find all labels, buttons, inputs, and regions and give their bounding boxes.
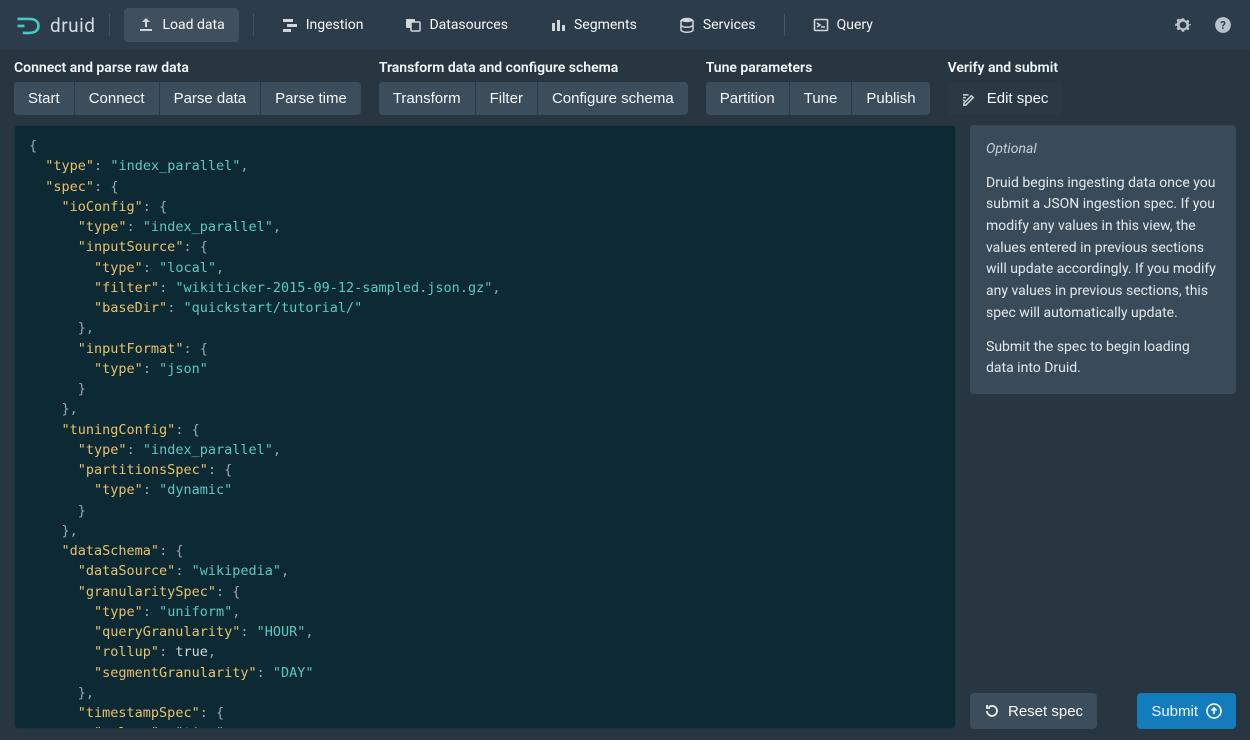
step-tune[interactable]: Tune [789,82,852,115]
wizard-group-transform: Transform data and configure schema Tran… [379,60,688,115]
separator [253,14,254,36]
step-partition[interactable]: Partition [706,82,789,115]
nav-query-label: Query [837,17,873,33]
top-bar: druid Load data Ingestion Datasources Se… [0,0,1250,50]
info-paragraph-1: Druid begins ingesting data once you sub… [986,173,1220,325]
step-connect[interactable]: Connect [74,82,159,115]
info-card: Optional Druid begins ingesting data onc… [970,125,1236,394]
segments-icon [550,17,566,33]
step-edit-spec-label: Edit spec [987,90,1049,107]
wizard-group-submit: Verify and submit Edit spec [948,60,1063,115]
step-parse-data[interactable]: Parse data [159,82,261,115]
submit-icon [1206,703,1222,719]
nav-ingestion-label: Ingestion [306,17,364,33]
wizard-group-connect: Connect and parse raw data Start Connect… [14,60,361,115]
step-configure-schema[interactable]: Configure schema [537,82,688,115]
nav-services-label: Services [703,17,756,33]
main-area: { "type": "index_parallel", "spec": { "i… [14,125,1236,729]
nav-load-data[interactable]: Load data [124,8,238,42]
wizard-group-tune: Tune parameters Partition Tune Publish [706,60,930,115]
edit-spec-icon [962,92,977,107]
separator [784,14,785,36]
reset-spec-button[interactable]: Reset spec [970,693,1097,729]
submit-button[interactable]: Submit [1137,693,1236,729]
nav-datasources-label: Datasources [429,17,508,33]
wizard-nav: Connect and parse raw data Start Connect… [14,60,1236,115]
json-spec-editor[interactable]: { "type": "index_parallel", "spec": { "i… [14,125,956,729]
side-actions: Reset spec Submit [970,693,1236,729]
wizard-group-label: Transform data and configure schema [379,60,688,76]
step-publish[interactable]: Publish [851,82,929,115]
gantt-icon [282,17,298,33]
step-parse-time[interactable]: Parse time [260,82,361,115]
wizard-group-label: Connect and parse raw data [14,60,361,76]
nav-segments-label: Segments [574,17,637,33]
console-icon [813,17,829,33]
info-heading: Optional [986,141,1037,157]
database-icon [679,17,695,33]
nav-load-data-label: Load data [162,17,224,33]
step-edit-spec[interactable]: Edit spec [948,82,1063,115]
nav-services[interactable]: Services [665,8,770,42]
nav-segments[interactable]: Segments [536,8,651,42]
help-icon: ? [1214,16,1232,34]
upload-icon [138,17,154,33]
multi-db-icon [405,17,421,33]
reset-spec-label: Reset spec [1008,703,1083,720]
workspace: Connect and parse raw data Start Connect… [0,50,1250,739]
step-filter[interactable]: Filter [475,82,537,115]
brand-logo[interactable]: druid [14,11,95,39]
settings-button[interactable] [1170,12,1196,38]
nav-ingestion[interactable]: Ingestion [268,8,378,42]
wizard-group-label: Tune parameters [706,60,930,76]
step-start[interactable]: Start [14,82,74,115]
side-panel: Optional Druid begins ingesting data onc… [970,125,1236,729]
nav-query[interactable]: Query [799,8,887,42]
step-transform[interactable]: Transform [379,82,475,115]
help-button[interactable]: ? [1210,12,1236,38]
separator [109,14,110,36]
gear-icon [1174,16,1192,34]
svg-text:?: ? [1220,19,1226,32]
submit-label: Submit [1151,703,1198,720]
druid-logo-icon [14,11,42,39]
wizard-group-label: Verify and submit [948,60,1063,76]
info-paragraph-2: Submit the spec to begin loading data in… [986,337,1220,380]
reset-icon [984,703,1000,719]
brand-name: druid [50,14,95,37]
nav-datasources[interactable]: Datasources [391,8,522,42]
